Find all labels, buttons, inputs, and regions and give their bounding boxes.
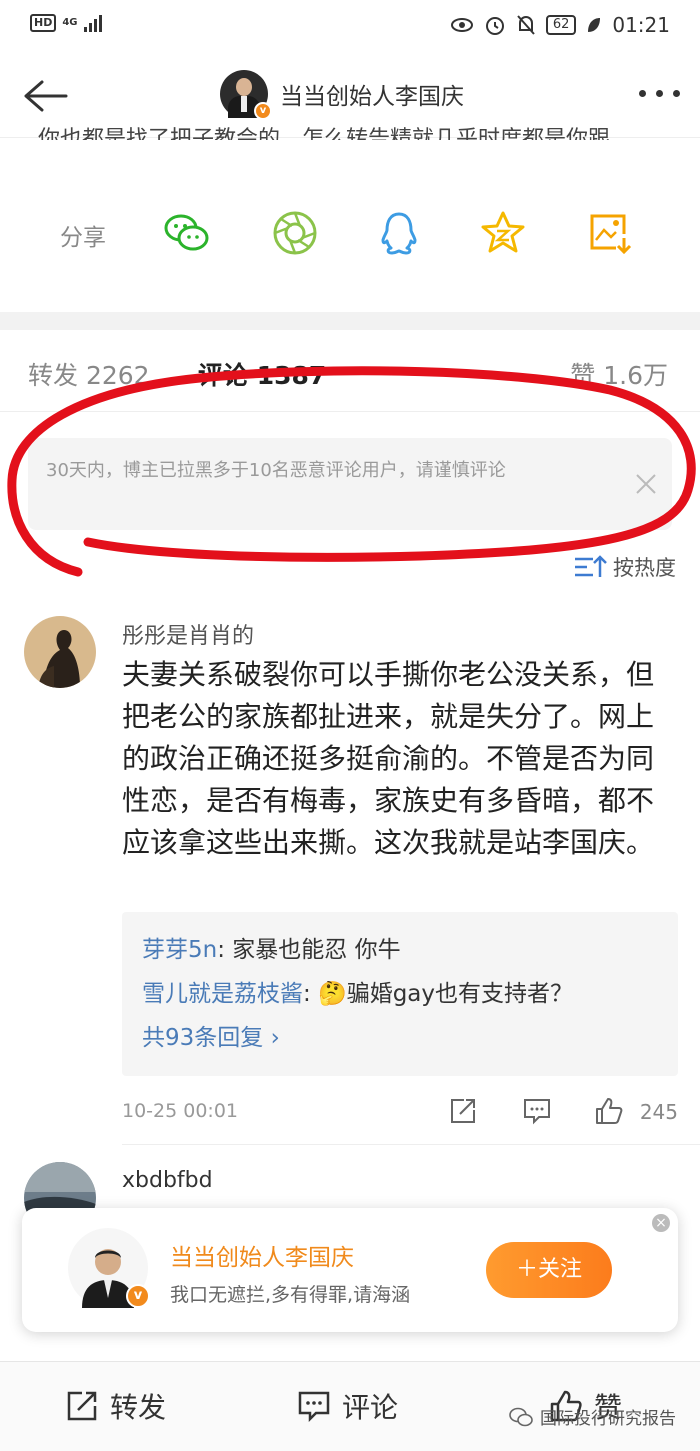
post-body-cutoff: 你也都是找了把子教会的，怎么转告精就几乎时度都是你跟 xyxy=(38,127,611,140)
reply-item[interactable]: 雪儿就是荔枝酱: 🤔骗婚gay也有支持者？ xyxy=(142,972,658,1016)
reply-icon[interactable] xyxy=(522,1096,552,1126)
eye-icon xyxy=(450,18,473,32)
popup-username[interactable]: 当当创始人李国庆 xyxy=(170,1238,354,1272)
signal-icon xyxy=(83,14,102,32)
comment-username[interactable]: 彤彤是肖肖的 xyxy=(122,618,254,650)
network-type: 4G xyxy=(62,17,78,28)
sort-by-hot[interactable]: 按热度 xyxy=(573,552,676,582)
reply-text: 家暴也能忍 你牛 xyxy=(232,937,401,963)
wechat-icon xyxy=(509,1407,533,1426)
tab-repost[interactable]: 转发 2262 xyxy=(28,356,150,392)
status-bar: HD 4G 62 01:21 xyxy=(0,0,700,52)
battery-icon: 62 xyxy=(545,15,577,35)
qzone-star-icon[interactable] xyxy=(478,208,528,258)
verified-badge-icon: v xyxy=(126,1284,150,1308)
section-divider xyxy=(0,312,700,330)
interaction-tabs: 转发 2262 评论 1387 赞 1.6万 xyxy=(0,340,700,412)
reply-username[interactable]: 雪儿就是荔枝酱 xyxy=(142,981,303,1007)
hd-indicator: HD xyxy=(30,14,57,32)
comment-icon xyxy=(298,1391,330,1423)
avatar[interactable]: v xyxy=(220,70,272,120)
more-options-icon[interactable] xyxy=(639,90,680,97)
alarm-icon xyxy=(485,17,504,35)
like-count: 245 xyxy=(639,1100,678,1124)
tab-like[interactable]: 赞 1.6万 xyxy=(570,356,668,392)
nav-profile[interactable]: v 当当创始人李国庆 xyxy=(220,70,464,120)
share-row: 分享 xyxy=(0,200,700,270)
clock-time: 01:21 xyxy=(612,13,670,37)
popup-close-icon[interactable]: × xyxy=(652,1214,670,1232)
repost-button[interactable]: 转发 xyxy=(64,1386,166,1426)
bottom-action-bar: 转发 评论 赞 国际投行研究报告 xyxy=(0,1361,700,1451)
comment-label: 评论 xyxy=(342,1391,399,1424)
like-icon[interactable] xyxy=(594,1096,624,1126)
comment-divider xyxy=(122,1144,700,1145)
follow-popup: × v 当当创始人李国庆 我口无遮拦,多有得罪,请海涵 ＋关注 xyxy=(22,1208,678,1332)
repost-icon[interactable] xyxy=(448,1096,478,1126)
follow-button[interactable]: ＋关注 xyxy=(486,1242,612,1298)
more-replies-link[interactable]: 共93条回复 › xyxy=(142,1016,658,1060)
repost-icon xyxy=(67,1391,97,1421)
comment-meta: 10-25 00:01 245 xyxy=(122,1092,678,1132)
mute-bell-icon xyxy=(517,15,535,35)
avatar[interactable]: v xyxy=(68,1228,150,1308)
sort-label: 按热度 xyxy=(613,556,676,580)
comment-time: 10-25 00:01 xyxy=(122,1100,239,1122)
notice-text: 30天内，博主已拉黑多于10名恶意评论用户，请谨慎评论 xyxy=(46,460,506,481)
status-left: HD 4G xyxy=(30,14,102,32)
reply-item[interactable]: 芽芽5n: 家暴也能忍 你牛 xyxy=(142,928,658,972)
popup-bio: 我口无遮拦,多有得罪,请海涵 xyxy=(170,1284,411,1306)
reply-username[interactable]: 芽芽5n xyxy=(142,937,217,963)
reply-text: 🤔骗婚gay也有支持者？ xyxy=(318,981,574,1007)
save-image-icon[interactable] xyxy=(584,208,634,258)
watermark: 国际投行研究报告 xyxy=(508,1404,676,1429)
avatar[interactable] xyxy=(24,616,96,688)
blocked-users-notice: 30天内，博主已拉黑多于10名恶意评论用户，请谨慎评论 xyxy=(28,438,672,530)
close-icon[interactable] xyxy=(634,472,658,496)
reply-thread[interactable]: 芽芽5n: 家暴也能忍 你牛 雪儿就是荔枝酱: 🤔骗婚gay也有支持者？ 共93… xyxy=(122,912,678,1076)
comment-body: 夫妻关系破裂你可以手撕你老公没关系，但把老公的家族都扯进来，就是失分了。网上的政… xyxy=(122,658,655,859)
share-label: 分享 xyxy=(60,225,106,251)
back-arrow-icon[interactable] xyxy=(20,76,70,116)
repost-label: 转发 xyxy=(110,1391,167,1424)
leaf-icon xyxy=(588,18,601,32)
comment-button[interactable]: 评论 xyxy=(296,1386,398,1426)
weibo-post-page: HD 4G 62 01:21 v 当当创始人李国庆 你也都是找了把子教会的，怎么… xyxy=(0,0,700,1451)
tab-comment[interactable]: 评论 1387 xyxy=(198,356,326,392)
qq-icon[interactable] xyxy=(374,208,424,258)
comment-username[interactable]: xbdbfbd xyxy=(122,1168,213,1193)
status-right: 62 01:21 xyxy=(450,13,670,37)
page-title: 当当创始人李国庆 xyxy=(280,84,464,110)
moments-icon[interactable] xyxy=(270,208,320,258)
sort-icon xyxy=(575,555,607,577)
watermark-text: 国际投行研究报告 xyxy=(540,1409,676,1429)
wechat-icon[interactable] xyxy=(162,208,212,258)
